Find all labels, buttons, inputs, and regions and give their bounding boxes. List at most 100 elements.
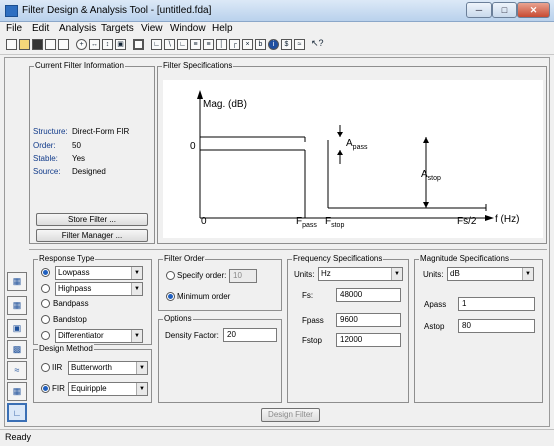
coefficients-icon[interactable]: b xyxy=(255,39,266,50)
frequency-specifications-title: Frequency Specifications xyxy=(292,254,384,263)
close-button[interactable]: ✕ xyxy=(517,2,550,18)
status-bar: Ready xyxy=(0,429,554,446)
menu-window[interactable]: Window xyxy=(170,23,206,34)
import-filter-icon[interactable]: ▣ xyxy=(7,319,27,338)
fstop-field-label: Fstop xyxy=(302,336,323,345)
minimum-order-label: Minimum order xyxy=(177,292,231,301)
menu-analysis[interactable]: Analysis xyxy=(59,23,96,34)
menu-bar: File Edit Analysis Targets View Window H… xyxy=(0,22,554,37)
lowpass-radio[interactable] xyxy=(41,268,50,277)
print-preview-icon[interactable] xyxy=(58,39,69,50)
magnitude-response-icon[interactable]: ∟ xyxy=(151,39,162,50)
fs-input[interactable]: 48000 xyxy=(336,288,401,302)
new-icon[interactable] xyxy=(6,39,17,50)
fs-label: Fs: xyxy=(302,291,314,300)
phase-delay-icon[interactable]: ≡ xyxy=(203,39,214,50)
lowpass-select[interactable]: Lowpass ▼ xyxy=(55,266,143,280)
print-icon[interactable] xyxy=(45,39,56,50)
fstop-input[interactable]: 12000 xyxy=(336,333,401,347)
whats-this-icon[interactable]: ↖? xyxy=(311,39,324,50)
differentiator-select[interactable]: Differentiator ▼ xyxy=(55,329,143,343)
stable-label: Stable: xyxy=(33,154,58,163)
minimize-button[interactable]: ─ xyxy=(466,2,492,18)
frequency-units-select[interactable]: Hz ▼ xyxy=(318,267,403,281)
fpass-input[interactable]: 9600 xyxy=(336,313,401,327)
iir-radio[interactable] xyxy=(41,363,50,372)
zoom-in-icon[interactable]: + xyxy=(76,39,87,50)
current-filter-info-panel: Current Filter Information Structure: Di… xyxy=(29,61,155,244)
order-input[interactable]: 10 xyxy=(229,269,257,283)
design-method-panel: Design Method IIR Butterworth ▼ FIR Equir… xyxy=(33,344,152,403)
open-icon[interactable] xyxy=(19,39,30,50)
fs-half-label: Fs/2 xyxy=(457,216,477,227)
store-filter-button[interactable]: Store Filter ... xyxy=(36,213,148,226)
pole-zero-editor-icon[interactable]: ▦ xyxy=(7,272,27,291)
frequency-units-label: Units: xyxy=(294,270,315,279)
fir-radio[interactable] xyxy=(41,384,50,393)
menu-edit[interactable]: Edit xyxy=(32,23,49,34)
group-delay-icon[interactable]: ≡ xyxy=(190,39,201,50)
filter-specs-icon[interactable] xyxy=(133,39,144,50)
mag-phase-icon[interactable]: ∟ xyxy=(177,39,188,50)
apass-label: Apass xyxy=(346,138,368,151)
realize-model-icon[interactable]: ▦ xyxy=(7,382,27,401)
options-panel: Options Density Factor: 20 xyxy=(158,314,282,403)
zero-hz-label: 0 xyxy=(201,216,207,227)
menu-view[interactable]: View xyxy=(141,23,163,34)
source-label: Source: xyxy=(33,167,61,176)
menu-help[interactable]: Help xyxy=(212,23,233,34)
zero-db-label: 0 xyxy=(190,141,196,152)
menu-targets[interactable]: Targets xyxy=(101,23,134,34)
filter-order-panel: Filter Order Specify order: 10 Minimum o… xyxy=(158,254,282,311)
magnitude-specifications-title: Magnitude Specifications xyxy=(419,254,510,263)
bandstop-radio[interactable] xyxy=(41,315,50,324)
astop-input[interactable]: 80 xyxy=(458,319,535,333)
zoom-x-icon[interactable]: ↔ xyxy=(89,39,100,50)
step-response-icon[interactable]: ┌ xyxy=(229,39,240,50)
design-filter-button[interactable]: Design Filter xyxy=(261,408,320,422)
design-filter-mode-icon[interactable]: ∟ xyxy=(7,403,27,422)
full-view-icon[interactable]: ▣ xyxy=(115,39,126,50)
source-value: Designed xyxy=(72,167,106,176)
iir-method-select[interactable]: Butterworth ▼ xyxy=(68,361,148,375)
zoom-y-icon[interactable]: ↕ xyxy=(102,39,113,50)
filter-order-title: Filter Order xyxy=(163,254,206,263)
transform-filter-icon[interactable]: ▦ xyxy=(7,296,27,315)
highpass-select[interactable]: Highpass ▼ xyxy=(55,282,143,296)
save-icon[interactable] xyxy=(32,39,43,50)
pole-zero-icon[interactable]: × xyxy=(242,39,253,50)
astop-label: Astop xyxy=(421,169,441,182)
fir-label: FIR xyxy=(52,384,65,393)
maximize-button[interactable]: □ xyxy=(492,2,517,18)
multirate-icon[interactable]: ▩ xyxy=(7,340,27,359)
status-text: Ready xyxy=(5,432,32,442)
filter-manager-button[interactable]: Filter Manager ... xyxy=(36,229,148,242)
fir-method-select[interactable]: Equiripple ▼ xyxy=(68,382,148,396)
differentiator-radio[interactable] xyxy=(41,331,50,340)
separator xyxy=(29,249,547,250)
fpass-field-label: Fpass xyxy=(302,316,324,325)
menu-file[interactable]: File xyxy=(6,23,22,34)
minimum-order-radio[interactable] xyxy=(166,292,175,301)
magnitude-units-label: Units: xyxy=(423,270,444,279)
frequency-axis-label: f (Hz) xyxy=(495,214,520,225)
density-factor-input[interactable]: 20 xyxy=(223,328,277,342)
cost-icon[interactable]: $ xyxy=(281,39,292,50)
fpass-label: Fpass xyxy=(296,216,317,229)
iir-label: IIR xyxy=(52,363,63,372)
info-icon[interactable]: i xyxy=(268,39,279,50)
phase-response-icon[interactable]: ∖ xyxy=(164,39,175,50)
stable-value: Yes xyxy=(72,154,86,163)
impulse-response-icon[interactable]: │ xyxy=(216,39,227,50)
magnitude-units-select[interactable]: dB ▼ xyxy=(447,267,534,281)
bandpass-radio[interactable] xyxy=(41,299,50,308)
apass-input[interactable]: 1 xyxy=(458,297,535,311)
roundoff-noise-icon[interactable]: ≈ xyxy=(294,39,305,50)
specify-order-radio[interactable] xyxy=(166,271,175,280)
options-title: Options xyxy=(163,314,193,323)
frequency-specifications-panel: Frequency Specifications Units: Hz ▼ Fs: … xyxy=(287,254,409,403)
quantize-icon[interactable]: ≈ xyxy=(7,361,27,380)
current-filter-info-title: Current Filter Information xyxy=(34,61,125,70)
astop-field-label: Astop xyxy=(424,322,445,331)
highpass-radio[interactable] xyxy=(41,284,50,293)
